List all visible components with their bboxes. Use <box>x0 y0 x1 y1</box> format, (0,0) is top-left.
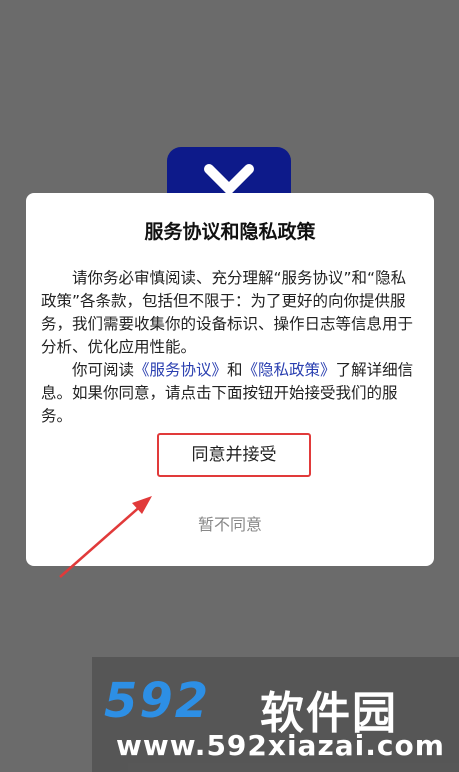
watermark: 592 软件园 www.592xiazai.com <box>92 657 459 772</box>
watermark-url: www.592xiazai.com <box>116 729 445 762</box>
watermark-logo-number: 592 <box>104 673 211 729</box>
